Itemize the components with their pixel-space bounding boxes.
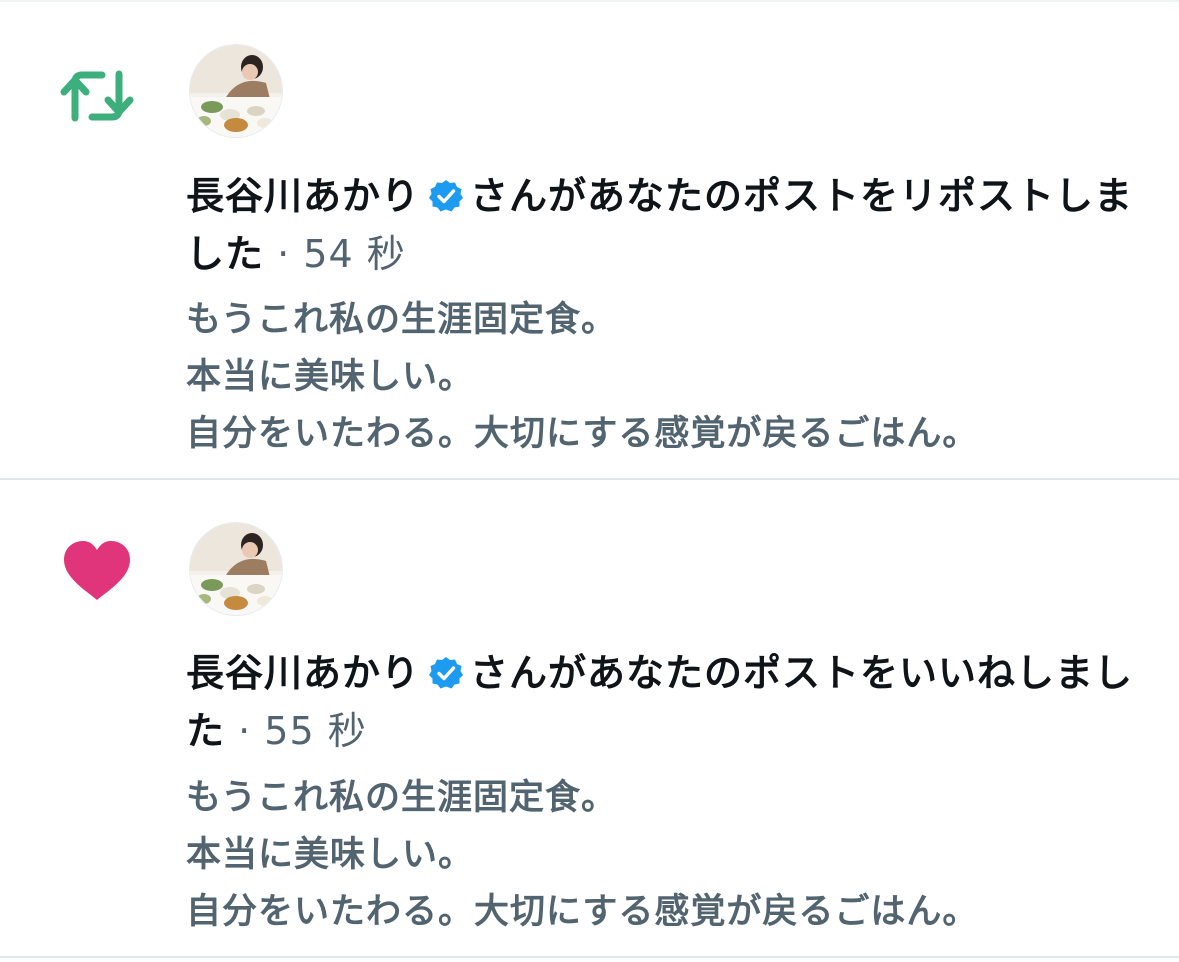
meta: · 54 秒 — [264, 232, 406, 276]
heart-icon — [58, 536, 136, 608]
timestamp[interactable]: 55 秒 — [264, 709, 366, 753]
separator: · — [277, 232, 291, 276]
post-line: 本当に美味しい。 — [186, 835, 475, 875]
notifications-feed: 長谷川あかり さんがあなたのポストをリポストしました · 54 秒 もうこれ私の生… — [0, 0, 1179, 962]
meta: · 55 秒 — [225, 709, 367, 753]
post-line: もうこれ私の生涯固定食。 — [186, 778, 617, 818]
post-preview[interactable]: もうこれ私の生涯固定食。 本当に美味しい。 自分をいたわる。大切にする感覚が戻る… — [186, 770, 1146, 941]
verified-badge-icon — [428, 172, 464, 212]
post-preview[interactable]: もうこれ私の生涯固定食。 本当に美味しい。 自分をいたわる。大切にする感覚が戻る… — [186, 292, 1146, 463]
post-line: もうこれ私の生涯固定食。 — [186, 300, 617, 340]
user-name[interactable]: 長谷川あかり — [186, 174, 420, 218]
post-line: 本当に美味しい。 — [186, 357, 475, 397]
timestamp[interactable]: 54 秒 — [303, 232, 405, 276]
notification-repost[interactable]: 長谷川あかり さんがあなたのポストをリポストしました · 54 秒 もうこれ私の生… — [0, 2, 1179, 480]
post-line: 自分をいたわる。大切にする感覚が戻るごはん。 — [186, 414, 979, 454]
user-avatar[interactable] — [189, 522, 283, 616]
post-line: 自分をいたわる。大切にする感覚が戻るごはん。 — [186, 892, 979, 932]
repost-icon — [58, 60, 136, 132]
notification-headline: 長谷川あかり さんがあなたのポストをいいねしました · 55 秒 — [186, 644, 1146, 760]
notification-headline: 長谷川あかり さんがあなたのポストをリポストしました · 54 秒 — [186, 167, 1146, 283]
verified-badge-icon — [428, 649, 464, 689]
separator: · — [238, 709, 252, 753]
notification-like[interactable]: 長谷川あかり さんがあなたのポストをいいねしました · 55 秒 もうこれ私の生涯… — [0, 480, 1179, 958]
user-name[interactable]: 長谷川あかり — [186, 651, 420, 695]
user-avatar[interactable] — [189, 44, 283, 138]
